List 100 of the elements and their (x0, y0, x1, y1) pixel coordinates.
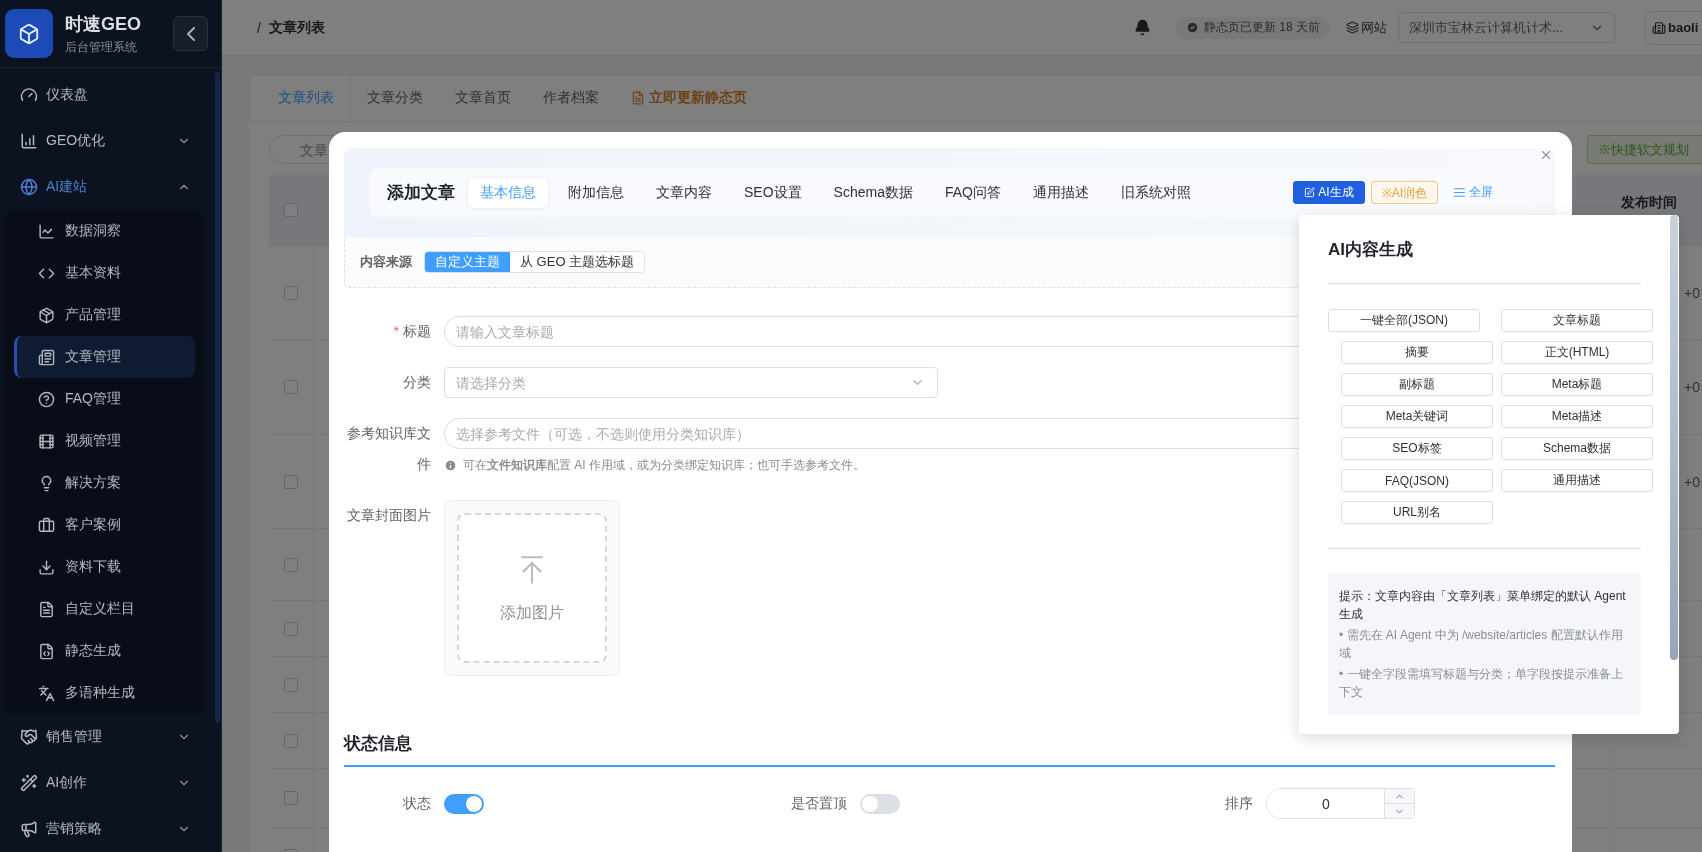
download-icon (38, 558, 55, 576)
generate-option-button[interactable]: Schema数据 (1501, 437, 1653, 460)
checkbox[interactable] (284, 791, 298, 805)
dialog-tab[interactable]: FAQ问答 (932, 177, 1013, 208)
submenu-item[interactable]: 解决方案 (14, 462, 195, 504)
brand-title: 时速GEO (65, 12, 141, 36)
panel-title: AI内容生成 (1328, 215, 1641, 284)
generate-option-button[interactable]: URL别名 (1341, 501, 1493, 524)
tip-note: • 需先在 AI Agent 中为 /website/articles 配置默认作用域 (1339, 627, 1624, 662)
table-cell-text: +0 (1683, 379, 1700, 395)
submenu-item[interactable]: 客户案例 (14, 504, 195, 546)
field-label: 状态 (402, 794, 431, 813)
bell-icon[interactable] (1134, 19, 1151, 36)
submenu-item[interactable]: 视频管理 (14, 420, 195, 462)
generate-option-button[interactable]: 摘要 (1341, 341, 1493, 364)
site-value: 深圳市宝林云计算机计术... (1409, 18, 1564, 37)
checkbox[interactable] (284, 474, 298, 489)
breadcrumb: 文章列表 (268, 18, 325, 37)
submenu-item[interactable]: 数据洞察 (14, 210, 195, 252)
collapse-button[interactable] (173, 16, 208, 51)
segment-option[interactable]: 从 GEO 主题选标题 (510, 252, 645, 272)
user-menu[interactable]: baoli (1645, 10, 1702, 45)
generate-option-button[interactable]: Meta关键词 (1341, 405, 1493, 428)
generate-option-button[interactable]: 副标题 (1341, 373, 1493, 396)
generate-option-button[interactable]: 一键全部(JSON) (1328, 309, 1480, 332)
submenu-item[interactable]: FAQ管理 (14, 378, 195, 420)
submenu-item[interactable]: 自定义栏目 (14, 588, 195, 630)
generate-option-button[interactable]: Meta描述 (1501, 405, 1653, 428)
dialog-tab[interactable]: 通用描述 (1020, 177, 1101, 208)
field-label: 参考知识库文件 (346, 424, 431, 474)
help-icon (38, 390, 55, 408)
dialog-title: 添加文章 (387, 182, 455, 204)
generate-option-button[interactable]: SEO标签 (1341, 437, 1493, 460)
column-header: 发布时间 (1620, 194, 1677, 212)
layers-icon (1346, 21, 1359, 34)
check-circle-icon (1186, 21, 1199, 34)
field-label: 分类 (402, 373, 431, 392)
brand-subtitle: 后台管理系统 (65, 38, 138, 56)
generate-option-button[interactable]: FAQ(JSON) (1341, 469, 1493, 492)
site-label: 网站 (1361, 18, 1387, 37)
dialog-tab[interactable]: 文章内容 (644, 177, 724, 208)
globe-icon (20, 178, 38, 196)
source-label: 内容来源 (360, 253, 412, 271)
building-icon (1652, 20, 1666, 35)
tip-text: 提示：文章内容由「文章列表」菜单绑定的默认 Agent 生成 (1339, 588, 1627, 623)
megaphone-icon (20, 820, 38, 838)
ai-generate-button[interactable]: AI生成 (1293, 181, 1365, 204)
checkbox[interactable] (284, 285, 298, 300)
status-text: 静态页已更新 18 天前 (1204, 19, 1320, 36)
field-label: 是否置顶 (789, 794, 847, 813)
submenu-item[interactable]: 资料下载 (14, 546, 195, 588)
submenu-item[interactable]: 文章管理 (14, 336, 195, 378)
line-chart-icon (38, 222, 55, 240)
chevron-left-icon (186, 26, 195, 41)
menu-item[interactable]: AI建站 (0, 164, 221, 210)
toggle-switch[interactable] (444, 793, 484, 814)
breadcrumb-separator: / (257, 19, 261, 36)
generate-option-button[interactable]: 文章标题 (1501, 309, 1653, 332)
tip-note: • 一键全字段需填写标题与分类；单字段按提示准备上下文 (1339, 666, 1624, 701)
user-name: baoli (1668, 20, 1699, 35)
newspaper-icon (38, 348, 55, 366)
document-icon (38, 600, 55, 618)
document-icon (631, 91, 645, 105)
generate-option-button[interactable]: 通用描述 (1501, 469, 1653, 492)
checkbox[interactable] (284, 677, 298, 692)
magic-wand-icon (20, 774, 38, 792)
menu-item[interactable]: AI创作 (0, 760, 221, 806)
menu-item[interactable]: 销售管理 (0, 714, 221, 760)
checkbox[interactable] (284, 380, 298, 394)
checkbox[interactable] (284, 733, 298, 748)
submenu-item[interactable]: 静态生成 (14, 630, 195, 672)
checkbox[interactable] (284, 203, 298, 217)
handshake-icon (20, 728, 38, 746)
number-field[interactable]: 0 (1266, 788, 1416, 819)
menu-item[interactable]: GEO优化 (0, 118, 221, 164)
package-icon (38, 306, 55, 324)
menu-icon (1453, 186, 1466, 199)
dialog-tab[interactable]: Schema数据 (821, 177, 925, 208)
scrollbar[interactable] (215, 72, 220, 723)
edit-icon (1304, 187, 1316, 198)
submenu-item[interactable]: 多语种生成 (14, 672, 195, 714)
scrollbar[interactable] (1670, 215, 1678, 660)
menu-item[interactable]: 营销策略 (0, 806, 221, 852)
field-label: 文章封面图片 (346, 506, 431, 525)
menu-item[interactable]: 仪表盘 (0, 72, 221, 118)
submenu-item[interactable]: 产品管理 (14, 294, 195, 336)
dialog-tab[interactable]: 附加信息 (556, 177, 636, 208)
checkbox[interactable] (284, 557, 298, 572)
translate-icon (38, 684, 55, 702)
checkbox[interactable] (284, 621, 298, 636)
hint-text: 可在文件知识库配置 AI 作用域，或为分类绑定知识库；也可手选参考文件。 (463, 457, 865, 474)
submenu-item[interactable]: 基本资料 (14, 252, 195, 294)
logo-icon (5, 9, 53, 58)
film-icon (38, 432, 55, 450)
dialog-tab[interactable]: 旧系统对照 (1108, 177, 1203, 208)
generate-option-button[interactable]: 正文(HTML) (1501, 341, 1653, 364)
dialog-tab[interactable]: SEO设置 (732, 177, 814, 208)
bar-chart-icon (20, 132, 38, 150)
toggle-switch[interactable] (859, 793, 900, 814)
generate-option-button[interactable]: Meta标题 (1501, 373, 1653, 396)
